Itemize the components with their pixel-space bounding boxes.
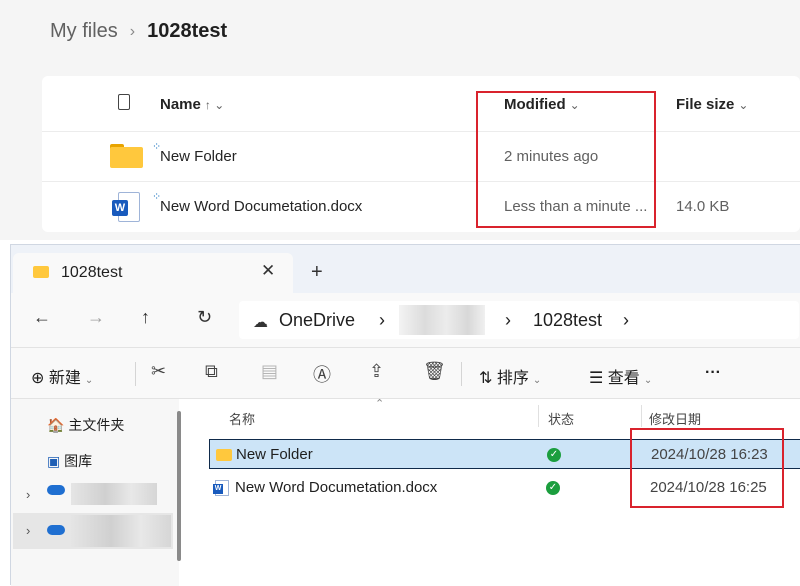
sort-button[interactable]: ⇅ 排序 ⌄ [479,364,541,388]
chevron-up-icon: ⌃ [375,398,385,410]
file-name[interactable]: New Folder [160,148,237,165]
sidebar-item-home[interactable]: 🏠 主文件夹 [47,415,124,435]
name-header-label: Name [160,96,201,113]
synced-status-icon: ✓ [547,448,561,462]
share-icon[interactable]: ⇪ [369,361,384,382]
file-name[interactable]: New Word Documetation.docx [160,198,362,215]
column-header-name[interactable]: 名称 [229,409,255,428]
word-doc-icon: W [213,480,229,496]
tab-title: 1028test [61,264,123,281]
home-icon: 🏠 [47,417,65,433]
view-button[interactable]: ☰ 查看 ⌄ [589,364,652,388]
chevron-right-icon[interactable]: › [26,523,30,538]
navigation-bar: ← → ↑ ↻ ☁ OneDrive › › 1028test › [11,293,800,347]
chevron-down-icon[interactable]: ⌄ [738,98,748,112]
address-separator[interactable]: › [623,310,629,331]
delete-icon[interactable]: 🗑 [423,361,446,382]
command-bar: ⊕ 新建 ⌄ ✂ ⧉ ▤ Ⓐ ⇪ 🗑 ⇅ 排序 ⌄ ☰ 查看 ⌄ ··· [11,347,800,399]
breadcrumb-current-folder: 1028test [147,20,228,42]
file-explorer-window: 1028test ✕ + ← → ↑ ↻ ☁ OneDrive › › 1028… [10,244,800,586]
onedrive-cloud-icon [47,525,65,535]
highlight-box-modified [476,91,656,228]
file-type-icon [118,94,130,110]
sidebar-item-label: 主文件夹 [68,417,125,433]
paste-icon[interactable]: ▤ [261,361,278,382]
chevron-down-icon: ⌄ [84,375,94,386]
breadcrumb: My files › 1028test [50,20,227,43]
more-options-button[interactable]: ··· [705,364,721,382]
file-size-header-label: File size [676,96,735,113]
address-bar[interactable]: ☁ OneDrive › › 1028test › [239,301,799,339]
name-column-header[interactable]: Name ↑ ⌄ [160,96,224,113]
copy-icon[interactable]: ⧉ [205,361,218,382]
onedrive-cloud-icon: ☁ [253,314,268,331]
address-segment-onedrive[interactable]: OneDrive [279,310,355,331]
file-list-card: Name ↑ ⌄ Modified ⌄ File size ⌄ ⁘ New Folde… [42,76,800,232]
folder-icon [216,449,232,461]
close-icon[interactable]: ✕ [261,261,275,281]
sort-icon: ⇅ [479,370,493,387]
file-name[interactable]: New Word Documetation.docx [235,479,437,496]
onedrive-web-view: My files › 1028test Name ↑ ⌄ Modified ⌄ Fi… [0,0,800,240]
file-size-column-header[interactable]: File size ⌄ [676,96,748,113]
new-button[interactable]: ⊕ 新建 ⌄ [31,364,93,388]
sidebar-item-gallery[interactable]: ▣ 图库 [47,451,92,471]
new-button-label: 新建 [48,370,81,387]
folder-icon [33,266,49,278]
forward-button[interactable]: → [87,307,105,328]
tab-1028test[interactable]: 1028test ✕ [13,253,293,293]
address-separator[interactable]: › [379,310,385,331]
chevron-down-icon: ⌄ [532,375,542,386]
column-header-status[interactable]: 状态 [548,409,574,428]
view-button-label: 查看 [607,370,640,387]
navigation-pane: 🏠 主文件夹 ▣ 图库 › › [11,399,179,586]
add-circle-icon: ⊕ [31,370,45,387]
synced-status-icon: ✓ [546,481,560,495]
redacted-sidebar-item [71,483,157,505]
cut-icon[interactable]: ✂ [151,361,166,382]
back-button[interactable]: ← [33,307,51,328]
scrollbar[interactable] [177,411,181,561]
column-header-date-modified[interactable]: 修改日期 [649,409,701,428]
view-icon: ☰ [589,370,604,387]
file-size: 14.0 KB [676,198,730,215]
sort-ascending-icon[interactable]: ↑ ⌄ [205,98,224,112]
table-row[interactable]: ⁘ New Folder 2 minutes ago [42,132,800,182]
file-list-header: Name ↑ ⌄ Modified ⌄ File size ⌄ [42,76,800,132]
redacted-sidebar-item [71,515,171,547]
address-separator[interactable]: › [505,310,511,331]
sort-button-label: 排序 [496,370,529,387]
refresh-button[interactable]: ↻ [197,307,212,328]
breadcrumb-separator: › [129,22,136,40]
chevron-down-icon: ⌄ [643,375,653,386]
breadcrumb-my-files[interactable]: My files [50,20,118,43]
table-row[interactable]: W ⁘ New Word Documetation.docx Less than… [42,182,800,232]
file-name[interactable]: New Folder [236,446,313,463]
gallery-icon: ▣ [47,453,61,469]
onedrive-cloud-icon [47,485,65,495]
address-segment-1028test[interactable]: 1028test [533,310,602,331]
rename-icon[interactable]: Ⓐ [313,361,331,387]
sidebar-item-label: 图库 [64,453,93,469]
up-button[interactable]: ↑ [141,307,150,328]
folder-icon [110,144,143,168]
highlight-box-date-modified [630,428,784,508]
new-tab-button[interactable]: + [311,261,323,284]
chevron-right-icon[interactable]: › [26,487,30,502]
word-doc-icon: W [112,192,140,222]
redacted-address-segment [399,305,485,335]
